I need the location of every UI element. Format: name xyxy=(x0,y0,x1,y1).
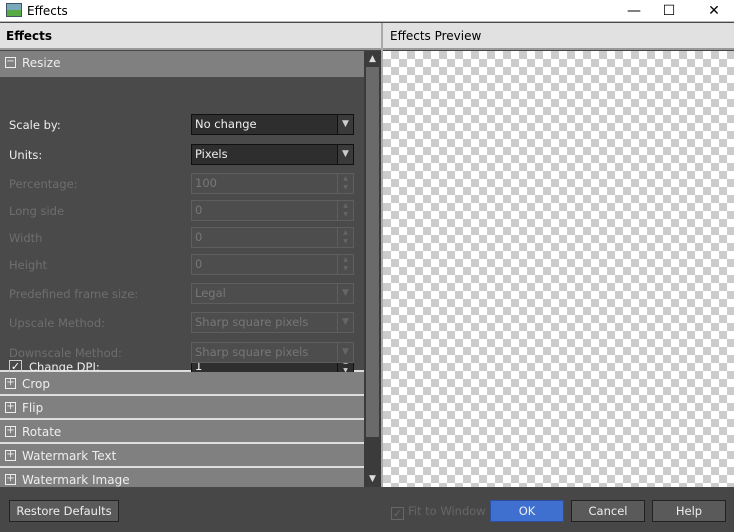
section-watermark-image[interactable]: + Watermark Image xyxy=(0,468,364,487)
preview-header: Effects Preview xyxy=(383,23,734,50)
field-label: Upscale Method: xyxy=(9,316,106,330)
field-value: 100 xyxy=(195,176,217,190)
section-title: Crop xyxy=(22,377,51,391)
section-rotate[interactable]: + Rotate xyxy=(0,420,364,444)
restore-defaults-button[interactable]: Restore Defaults xyxy=(9,500,119,522)
spin-arrows-icon[interactable]: ▲▼ xyxy=(337,201,353,220)
section-title: Resize xyxy=(22,56,61,70)
effects-panel: − Resize ✓ Change DPI: 1▲▼ Scale by:No c… xyxy=(0,51,364,487)
field-label: Units: xyxy=(9,148,43,162)
field-dropdown[interactable]: Legal ▼ xyxy=(191,283,354,304)
field-label: Predefined frame size: xyxy=(9,287,139,301)
field-input[interactable]: 0 ▲ ▼ xyxy=(191,254,354,275)
fit-checkbox[interactable]: ✓ xyxy=(391,507,404,520)
spin-arrows-icon[interactable]: ▲▼ xyxy=(337,228,353,247)
field-dropdown[interactable]: No change ▼ xyxy=(191,114,354,135)
chevron-down-icon[interactable]: ▼ xyxy=(337,343,353,362)
section-flip[interactable]: + Flip xyxy=(0,396,364,420)
resize-row: Predefined frame size: Legal ▼ xyxy=(0,283,364,305)
resize-row: Height 0 ▲ ▼ xyxy=(0,254,364,276)
field-dropdown[interactable]: Pixels ▼ xyxy=(191,144,354,165)
chevron-down-icon[interactable]: ▼ xyxy=(337,313,353,332)
spin-arrows-icon[interactable]: ▲▼ xyxy=(337,255,353,274)
field-input[interactable]: 0 ▲ ▼ xyxy=(191,227,354,248)
section-title: Rotate xyxy=(22,425,62,439)
resize-row: Downscale Method: Sharp square pixels ▼ xyxy=(0,342,364,364)
field-value: Sharp square pixels xyxy=(195,345,309,359)
field-label: Long side xyxy=(9,204,65,218)
fit-label: Fit to Window xyxy=(408,504,486,518)
section-title: Flip xyxy=(22,401,44,415)
app-icon xyxy=(6,3,22,17)
resize-row: Scale by: No change ▼ xyxy=(0,114,364,136)
field-value: 0 xyxy=(195,230,203,244)
resize-row: Units: Pixels ▼ xyxy=(0,144,364,166)
window-title: Effects xyxy=(27,4,68,18)
chevron-down-icon[interactable]: ▼ xyxy=(337,115,353,134)
field-value: Sharp square pixels xyxy=(195,315,309,329)
effects-preview xyxy=(383,51,734,487)
resize-row: Width 0 ▲ ▼ xyxy=(0,227,364,249)
field-label: Scale by: xyxy=(9,118,61,132)
expand-icon: + xyxy=(5,473,16,485)
resize-row: Percentage: 100 ▲ ▼ xyxy=(0,173,364,195)
scroll-down-icon[interactable]: ▼ xyxy=(364,471,381,487)
section-crop[interactable]: + Crop xyxy=(0,372,364,396)
field-value: Pixels xyxy=(195,147,228,161)
scrollbar[interactable]: ▲ ▼ xyxy=(364,51,381,487)
field-label: Percentage: xyxy=(9,177,78,191)
section-resize[interactable]: − Resize xyxy=(0,51,364,77)
scroll-up-icon[interactable]: ▲ xyxy=(364,51,381,67)
chevron-down-icon[interactable]: ▼ xyxy=(337,145,353,164)
fit-to-window[interactable]: ✓ Fit to Window xyxy=(391,504,486,520)
cancel-button[interactable]: Cancel xyxy=(571,500,645,522)
title-bar: Effects — ☐ ✕ xyxy=(0,0,734,22)
field-dropdown[interactable]: Sharp square pixels ▼ xyxy=(191,342,354,363)
field-input[interactable]: 100 ▲ ▼ xyxy=(191,173,354,194)
section-title: Watermark Image xyxy=(22,473,130,487)
section-title: Watermark Text xyxy=(22,449,117,463)
expand-icon: + xyxy=(5,377,16,389)
chevron-down-icon[interactable]: ▼ xyxy=(337,284,353,303)
resize-row: Upscale Method: Sharp square pixels ▼ xyxy=(0,312,364,334)
field-input[interactable]: 0 ▲ ▼ xyxy=(191,200,354,221)
field-dropdown[interactable]: Sharp square pixels ▼ xyxy=(191,312,354,333)
expand-icon: + xyxy=(5,401,16,413)
resize-row: Long side 0 ▲ ▼ xyxy=(0,200,364,222)
scroll-thumb[interactable] xyxy=(366,67,379,437)
field-value: 0 xyxy=(195,203,203,217)
expand-icon: + xyxy=(5,425,16,437)
resize-body: ✓ Change DPI: 1▲▼ Scale by:No change▼Uni… xyxy=(0,77,364,377)
field-label: Width xyxy=(9,231,43,245)
spin-arrows-icon[interactable]: ▲▼ xyxy=(337,174,353,193)
collapse-icon: − xyxy=(5,56,16,68)
expand-icon: + xyxy=(5,449,16,461)
field-value: Legal xyxy=(195,286,226,300)
effects-header: Effects xyxy=(0,23,381,50)
close-button[interactable]: ✕ xyxy=(694,0,734,22)
maximize-button[interactable]: ☐ xyxy=(649,0,689,22)
field-label: Downscale Method: xyxy=(9,346,122,360)
minimize-button[interactable]: — xyxy=(614,0,654,22)
field-value: No change xyxy=(195,117,257,131)
help-button[interactable]: Help xyxy=(652,500,726,522)
field-label: Height xyxy=(9,258,48,272)
section-watermark-text[interactable]: + Watermark Text xyxy=(0,444,364,468)
field-value: 0 xyxy=(195,257,203,271)
ok-button[interactable]: OK xyxy=(490,500,564,522)
